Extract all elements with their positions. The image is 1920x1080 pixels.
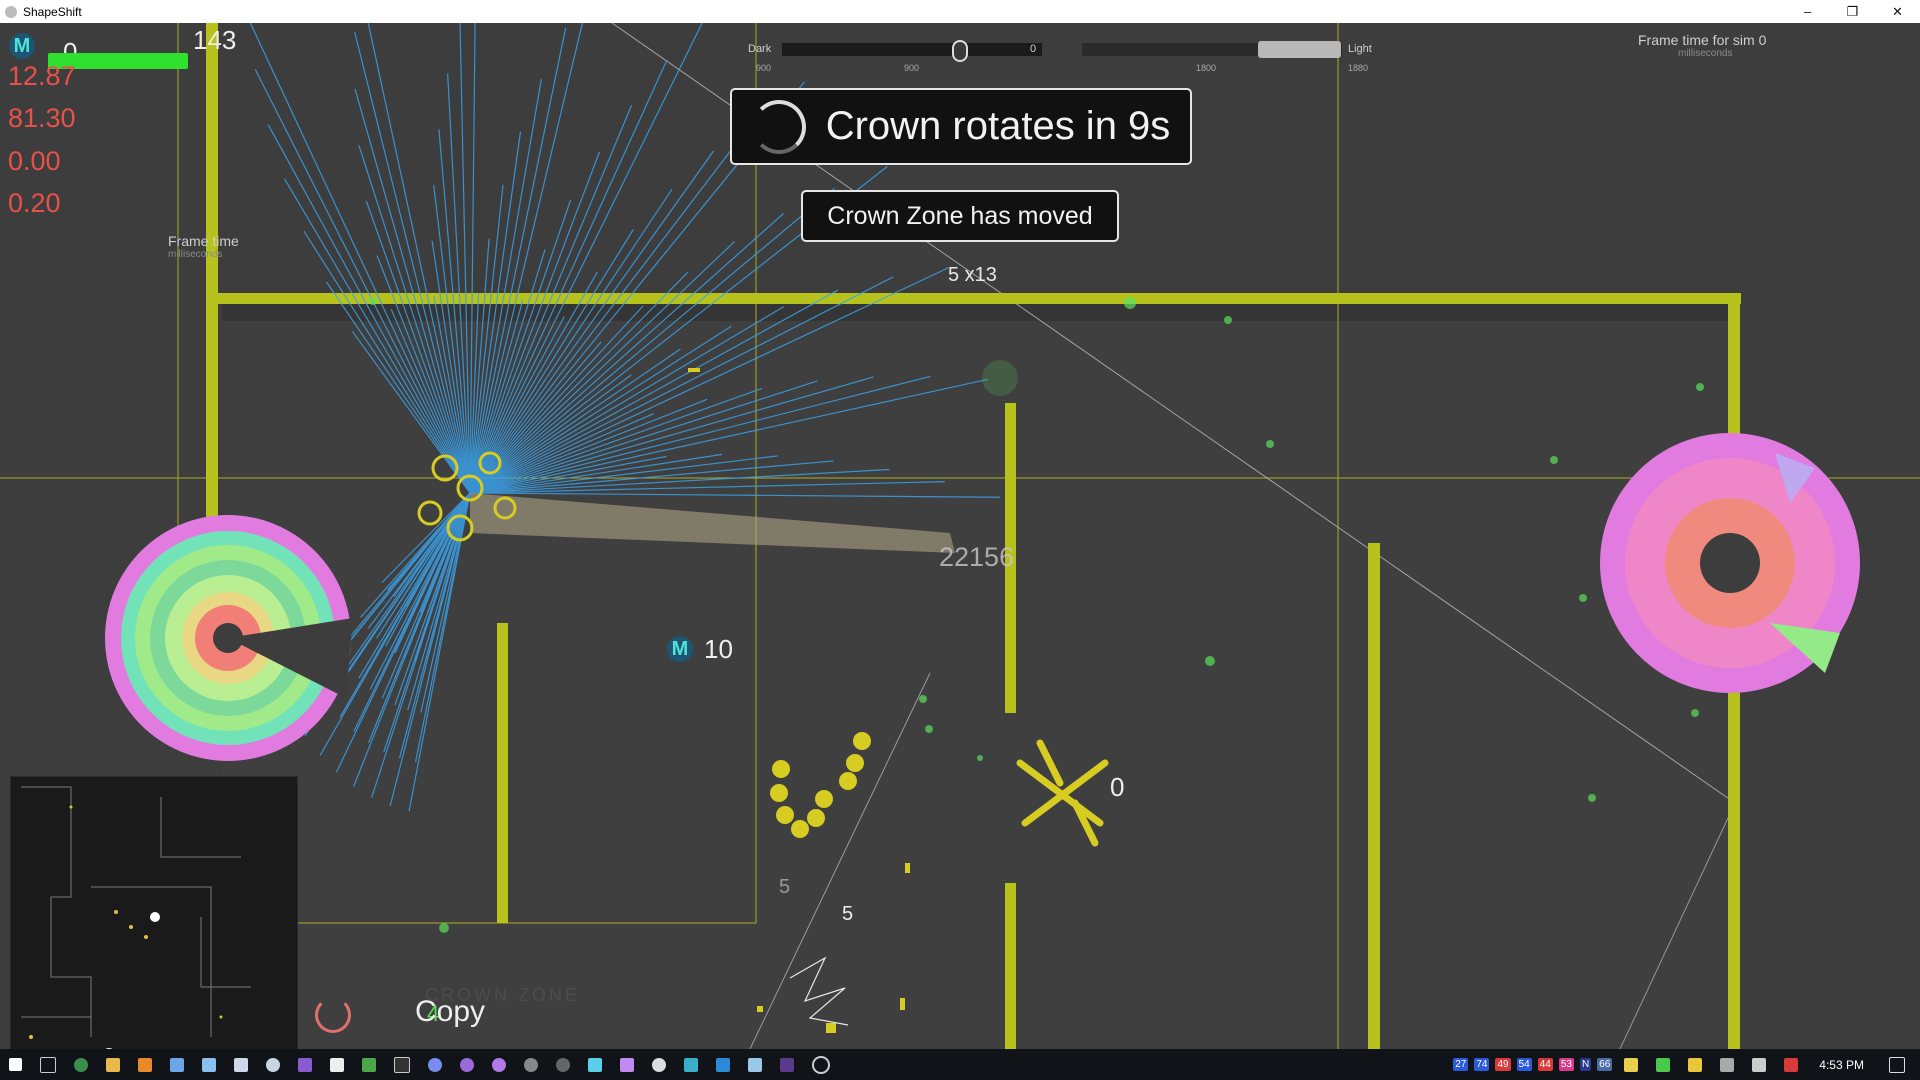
tray-num-6[interactable]: 53 xyxy=(1558,1058,1574,1071)
app-icon-cloud[interactable] xyxy=(234,1057,248,1072)
tray-icon-red[interactable] xyxy=(1784,1057,1799,1072)
tray-icon-yellow[interactable] xyxy=(1624,1057,1639,1072)
health-value: 143 xyxy=(193,25,237,55)
app-icon-dark-purple[interactable] xyxy=(780,1057,794,1072)
task-view-icon[interactable] xyxy=(40,1056,56,1073)
close-button[interactable]: ✕ xyxy=(1875,0,1920,23)
window-title: ShapeShift xyxy=(23,4,82,19)
slider-dark-label: Dark xyxy=(748,43,772,55)
taskbar-clock[interactable]: 4:53 PM xyxy=(1819,1058,1864,1072)
app-icon-git[interactable] xyxy=(684,1057,698,1072)
tray-num-5[interactable]: 44 xyxy=(1537,1058,1553,1071)
copy-ability-label: Copy xyxy=(415,995,486,1028)
app-icon-h[interactable] xyxy=(362,1057,376,1072)
slider-tick-left-a: 900 xyxy=(756,63,772,73)
app-icon-grey[interactable] xyxy=(556,1057,570,1072)
app-icon-orange[interactable] xyxy=(138,1057,152,1072)
frame-time-left: Frame time milliseconds xyxy=(168,233,239,260)
count-label-a: 5 xyxy=(779,876,791,898)
crown-moved-text: Crown Zone has moved xyxy=(827,201,1093,230)
github-icon[interactable] xyxy=(524,1057,538,1072)
stat-2: 81.30 xyxy=(8,103,76,133)
slider-value-left: 0 xyxy=(1030,43,1037,55)
tray-num-1[interactable]: 27 xyxy=(1453,1058,1469,1071)
app-icon xyxy=(5,5,17,18)
app-icon-paint[interactable] xyxy=(748,1057,762,1072)
slider-light-fill xyxy=(1258,41,1341,58)
combo-label: 22156 xyxy=(939,542,1015,572)
vscode-icon[interactable] xyxy=(716,1057,730,1072)
visual-studio-icon[interactable] xyxy=(298,1057,312,1072)
frame-time-left-title: Frame time xyxy=(168,233,239,249)
stat-4: 0.20 xyxy=(8,188,61,218)
crown-moved-banner: Crown Zone has moved xyxy=(801,190,1119,242)
app-icon-v[interactable] xyxy=(330,1057,344,1072)
player-badge: M xyxy=(9,33,35,59)
slider-track-dark[interactable] xyxy=(782,43,1042,56)
steam-icon[interactable] xyxy=(266,1057,280,1072)
copy-ability[interactable]: 4 Copy xyxy=(315,993,495,1033)
stat-1: 12.87 xyxy=(8,61,76,91)
slider-tick-right-b: 1880 xyxy=(1348,63,1369,73)
shapeshift-taskbar-icon[interactable] xyxy=(812,1055,830,1074)
stat-3: 0.00 xyxy=(8,146,61,176)
chrome-icon[interactable] xyxy=(74,1057,88,1072)
tray-num-2[interactable]: 74 xyxy=(1474,1058,1490,1071)
crown-rotates-text: Crown rotates in 9s xyxy=(825,104,1171,148)
notepad-icon[interactable] xyxy=(202,1057,216,1072)
frame-time-right-sub: milliseconds xyxy=(1678,48,1733,59)
game-viewport[interactable]: M 0 143 12.87 81.30 0.00 0.20 Frame time… xyxy=(0,23,1920,1049)
terminal-icon[interactable] xyxy=(394,1056,410,1073)
slider-tick-right-a: 1800 xyxy=(1196,63,1217,73)
crown-rotates-banner: Crown rotates in 9s xyxy=(730,88,1192,165)
windows-taskbar: 27 74 49 54 44 53 N 66 4:53 PM xyxy=(0,1049,1920,1080)
slider-knob[interactable] xyxy=(952,40,968,62)
frame-time-left-sub: milliseconds xyxy=(168,249,223,260)
app-icon-blue[interactable] xyxy=(170,1057,184,1072)
loading-spinner-icon xyxy=(751,99,806,154)
window-controls: – ❐ ✕ xyxy=(1785,0,1920,23)
tray-num-8[interactable]: 66 xyxy=(1597,1058,1613,1071)
count-label-b: 5 xyxy=(842,903,854,925)
slider-tick-left-b: 900 xyxy=(904,63,920,73)
grid-size-label: 5 x13 xyxy=(948,264,997,286)
discord-icon[interactable] xyxy=(428,1057,442,1072)
system-tray: 27 74 49 54 44 53 N 66 4:53 PM xyxy=(1450,1049,1914,1080)
app-icon-cyan[interactable] xyxy=(588,1057,602,1072)
speaker-icon[interactable] xyxy=(1752,1057,1767,1072)
right-radial-chart xyxy=(1600,433,1860,693)
frame-time-right: Frame time for sim 0 milliseconds xyxy=(1638,32,1766,59)
left-radial-chart xyxy=(105,515,353,761)
app-icon-purple-1[interactable] xyxy=(460,1057,474,1072)
arena-floor xyxy=(222,303,1737,1049)
minimap[interactable] xyxy=(10,776,298,1049)
tray-icon-green[interactable] xyxy=(1656,1057,1671,1072)
slider-light-label: Light xyxy=(1348,43,1372,55)
window-titlebar: ShapeShift – ❐ ✕ xyxy=(0,0,1920,23)
restore-button[interactable]: ❐ xyxy=(1830,0,1875,23)
app-icon-purple-2[interactable] xyxy=(492,1057,506,1072)
tray-num-3[interactable]: 49 xyxy=(1495,1058,1511,1071)
ally-score: 10 xyxy=(704,634,733,664)
tray-num-4[interactable]: 54 xyxy=(1516,1058,1532,1071)
tray-icon-star[interactable] xyxy=(1688,1057,1703,1072)
app-icon-violet[interactable] xyxy=(620,1057,634,1072)
notifications-icon[interactable] xyxy=(1889,1056,1905,1073)
tray-num-7[interactable]: N xyxy=(1579,1058,1592,1071)
ally-badge: M xyxy=(667,636,693,662)
copy-ability-icon xyxy=(315,997,351,1033)
start-icon[interactable] xyxy=(9,1058,22,1071)
minimize-button[interactable]: – xyxy=(1785,0,1830,23)
frame-time-right-title: Frame time for sim 0 xyxy=(1638,32,1767,48)
enemy-score: 0 xyxy=(1110,772,1125,802)
folder-icon[interactable] xyxy=(106,1057,120,1072)
app-icon-white[interactable] xyxy=(652,1057,666,1072)
minimap-map xyxy=(21,786,251,1049)
tray-icon-network[interactable] xyxy=(1720,1057,1735,1072)
